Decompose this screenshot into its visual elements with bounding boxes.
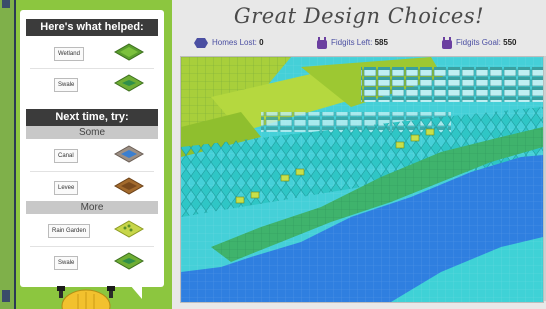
fidgits-goal-stat: Fidgits Goal: 550 <box>442 36 517 50</box>
some-item-levee: Levee <box>26 173 158 201</box>
some-item-label: Levee <box>54 181 79 195</box>
fidgits-left-value: 585 <box>374 38 388 47</box>
swale-icon <box>113 252 145 270</box>
helped-item-swale: Swale <box>26 70 158 98</box>
fidgit-icon <box>317 36 327 49</box>
more-item-label: Rain Garden <box>48 224 91 238</box>
game-title: Great Design Choices! <box>233 4 485 28</box>
more-item-rain-garden: Rain Garden <box>26 216 158 244</box>
fidgit-character-icon <box>57 286 115 309</box>
homes-lost-label: Homes Lost: <box>212 38 257 47</box>
divider <box>30 246 154 247</box>
fidgit-icon <box>442 36 452 49</box>
isometric-map[interactable] <box>181 57 543 302</box>
advice-panel: Here's what helped: Wetland Swale Next t… <box>20 10 164 287</box>
swale-icon <box>113 74 145 92</box>
more-item-swale: Swale <box>26 248 158 276</box>
some-item-canal: Canal <box>26 141 158 169</box>
divider <box>30 68 154 69</box>
homes-lost-stat: Homes Lost: 0 <box>194 36 264 50</box>
wetland-icon <box>113 43 145 61</box>
some-subheader: Some <box>26 126 158 139</box>
next-time-header: Next time, try: <box>26 109 158 126</box>
home-hex-icon <box>194 37 208 48</box>
fidgits-goal-label: Fidgits Goal: <box>456 38 501 47</box>
homes-lost-value: 0 <box>259 38 264 47</box>
fidgits-left-label: Fidgits Left: <box>331 38 373 47</box>
helped-item-wetland: Wetland <box>26 39 158 67</box>
helped-header: Here's what helped: <box>26 19 158 36</box>
housing-row <box>361 67 543 102</box>
more-item-label: Swale <box>54 256 79 270</box>
fidgits-left-stat: Fidgits Left: 585 <box>317 36 388 50</box>
more-subheader: More <box>26 201 158 214</box>
helped-item-label: Wetland <box>54 47 84 61</box>
canal-icon <box>113 145 145 163</box>
helped-item-label: Swale <box>54 78 79 92</box>
divider <box>30 171 154 172</box>
speech-bubble-tail <box>130 285 142 299</box>
some-item-label: Canal <box>54 149 78 163</box>
game-map-viewport[interactable] <box>180 56 544 303</box>
levee-icon <box>113 177 145 195</box>
left-frame-strip <box>0 0 16 309</box>
rain-garden-icon <box>113 220 145 238</box>
fidgits-goal-value: 550 <box>503 38 517 47</box>
